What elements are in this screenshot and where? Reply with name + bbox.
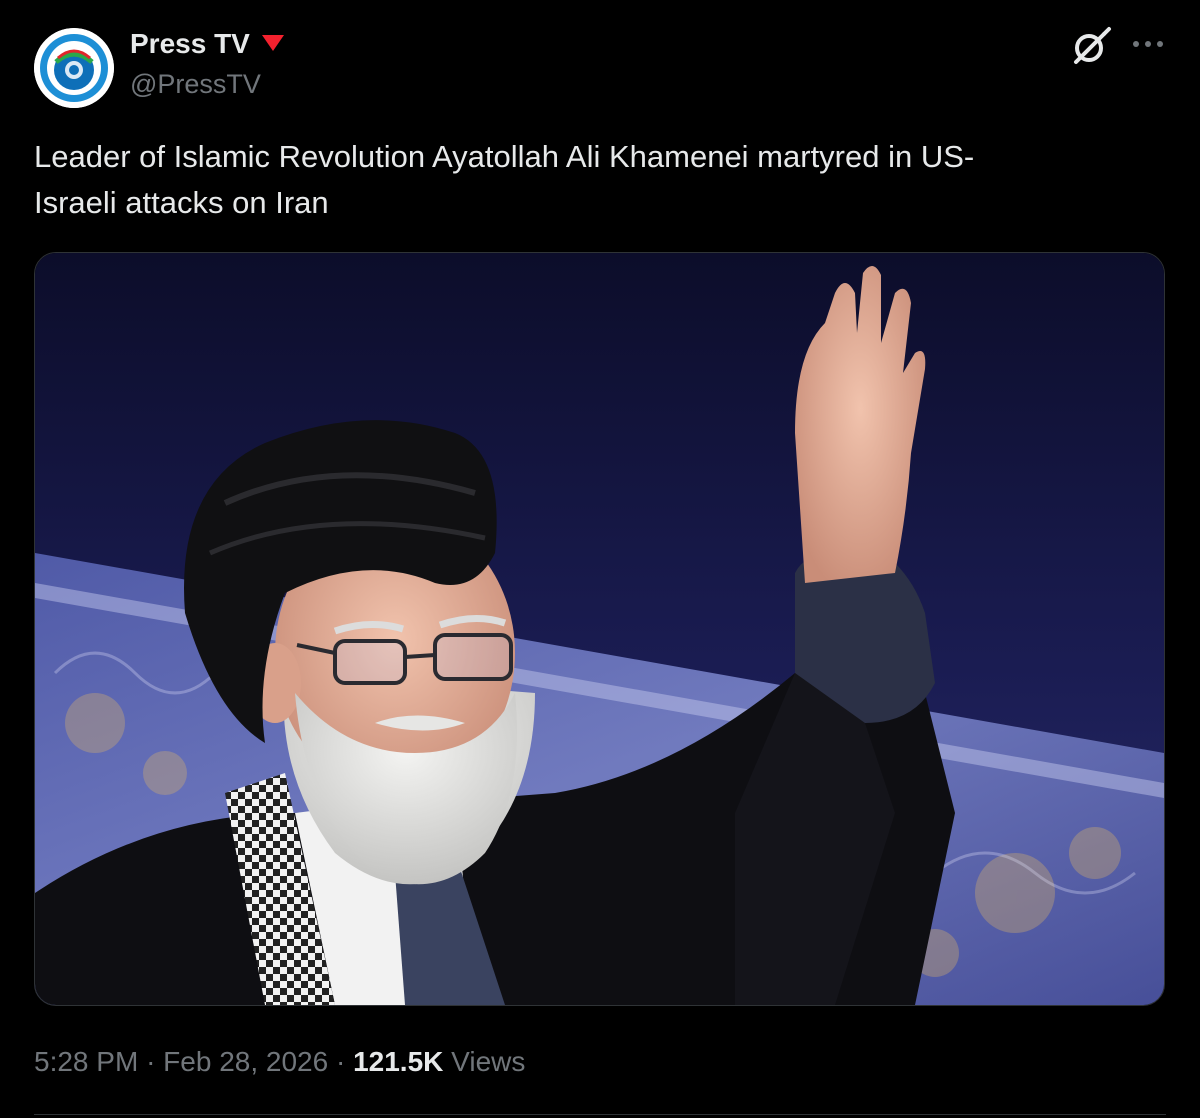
author-display-name[interactable]: Press TV — [130, 28, 250, 60]
tweet-time: 5:28 PM — [34, 1046, 139, 1077]
tweet-date: Feb 28, 2026 — [163, 1046, 329, 1077]
verified-badge-icon — [260, 33, 286, 58]
tweet-text-line-2: Israeli attacks on Iran — [34, 185, 329, 220]
tweet-photo[interactable] — [34, 252, 1165, 1006]
author-handle[interactable]: @PressTV — [130, 68, 261, 100]
author-name-row: Press TV — [130, 28, 286, 60]
tweet-timestamp-link[interactable]: 5:28 PM · Feb 28, 2026 — [34, 1046, 328, 1077]
meta-separator: · — [146, 1046, 156, 1077]
tweet-meta: 5:28 PM · Feb 28, 2026 · 121.5K Views — [34, 1042, 525, 1082]
meta-separator: · — [335, 1046, 346, 1077]
views-count[interactable]: 121.5K — [353, 1046, 443, 1077]
grok-icon[interactable] — [1068, 26, 1112, 70]
more-icon[interactable] — [1128, 30, 1168, 60]
presstv-logo-icon — [34, 28, 114, 108]
tweet-card: Press TV @PressTV Leader of Islamic Revo… — [0, 0, 1200, 1118]
views-label: Views — [451, 1046, 526, 1077]
tweet-text: Leader of Islamic Revolution Ayatollah A… — [34, 134, 1154, 226]
divider — [34, 1114, 1166, 1115]
avatar[interactable] — [34, 28, 114, 108]
tweet-text-line-1: Leader of Islamic Revolution Ayatollah A… — [34, 139, 975, 174]
